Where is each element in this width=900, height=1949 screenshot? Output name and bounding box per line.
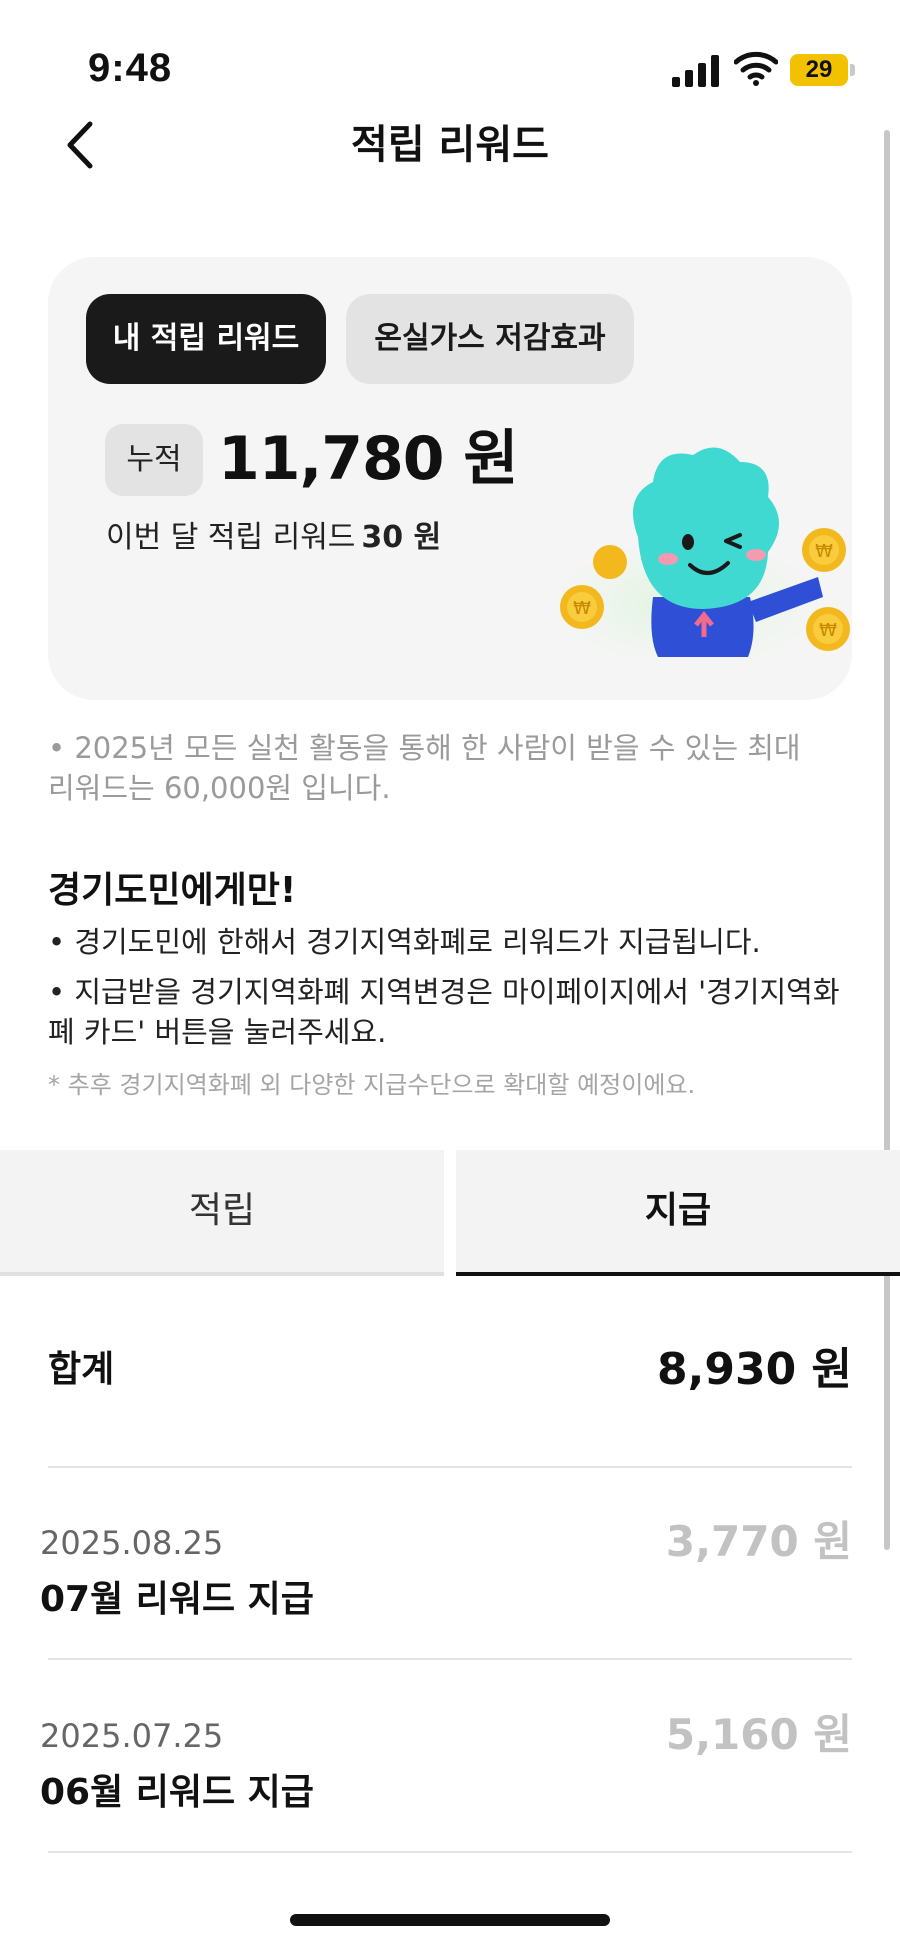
mascot-illustration: ₩ ₩ ₩: [518, 447, 852, 657]
expansion-footnote: * 추후 경기지역화폐 외 다양한 지급수단으로 확대할 예정이에요.: [48, 1071, 696, 1099]
tab-payment[interactable]: 지급: [456, 1150, 900, 1276]
total-label: 합계: [48, 1349, 115, 1390]
reward-card: 내 적립 리워드 온실가스 저감효과 누적 11,780 원 이번 달 적립 리…: [48, 257, 852, 700]
this-month-value: 30 원: [361, 520, 442, 555]
history-tabs: 적립 지급: [0, 1150, 900, 1276]
item-amount: 3,770 원: [665, 1517, 852, 1566]
total-row: 합계 8,930 원: [48, 1330, 852, 1410]
home-indicator[interactable]: [290, 1914, 610, 1926]
battery-level: 29: [805, 56, 833, 83]
wifi-icon: [734, 51, 778, 86]
battery-icon: 29: [790, 54, 855, 86]
max-reward-note: • 2025년 모든 실천 활동을 통해 한 사람이 받을 수 있는 최대 리워…: [48, 731, 801, 805]
gyeonggi-note-2: • 지급받을 경기지역화폐 지역변경은 마이페이지에서 '경기지역화폐 카드' …: [48, 975, 840, 1049]
svg-text:₩: ₩: [573, 598, 591, 619]
divider: [48, 1466, 852, 1468]
this-month-label: 이번 달 적립 리워드: [106, 520, 356, 555]
gyeonggi-note-1: • 경기도민에 한해서 경기지역화폐로 리워드가 지급됩니다.: [48, 925, 761, 959]
this-month-reward: 이번 달 적립 리워드 30 원: [106, 513, 441, 563]
svg-text:₩: ₩: [815, 541, 833, 562]
status-bar: 9:48 29: [0, 0, 900, 100]
item-title: 06월 리워드 지급: [40, 1772, 314, 1813]
page-title: 적립 리워드: [351, 122, 549, 168]
accumulated-badge: 누적: [105, 424, 203, 496]
list-item[interactable]: 2025.08.25 07월 리워드 지급 3,770 원: [40, 1517, 852, 1640]
item-date: 2025.08.25: [40, 1524, 224, 1562]
item-date: 2025.07.25: [40, 1717, 224, 1755]
tab-ghg-reduction[interactable]: 온실가스 저감효과: [346, 294, 634, 384]
total-value: 8,930 원: [657, 1344, 852, 1395]
divider: [48, 1658, 852, 1660]
list-item[interactable]: 2025.07.25 06월 리워드 지급 5,160 원: [40, 1710, 852, 1833]
tab-my-reward[interactable]: 내 적립 리워드: [86, 294, 326, 384]
divider: [48, 1851, 852, 1853]
svg-text:₩: ₩: [819, 620, 837, 641]
nav-bar: 적립 리워드: [0, 100, 900, 190]
item-amount: 5,160 원: [665, 1710, 852, 1759]
accumulated-amount: 11,780 원: [218, 424, 519, 494]
item-title: 07월 리워드 지급: [40, 1579, 314, 1620]
status-time: 9:48: [88, 46, 173, 90]
signal-icon: [672, 55, 719, 87]
tab-accrual[interactable]: 적립: [0, 1150, 444, 1276]
gyeonggi-section-title: 경기도민에게만!: [48, 870, 297, 911]
scrollbar[interactable]: [884, 130, 890, 1550]
